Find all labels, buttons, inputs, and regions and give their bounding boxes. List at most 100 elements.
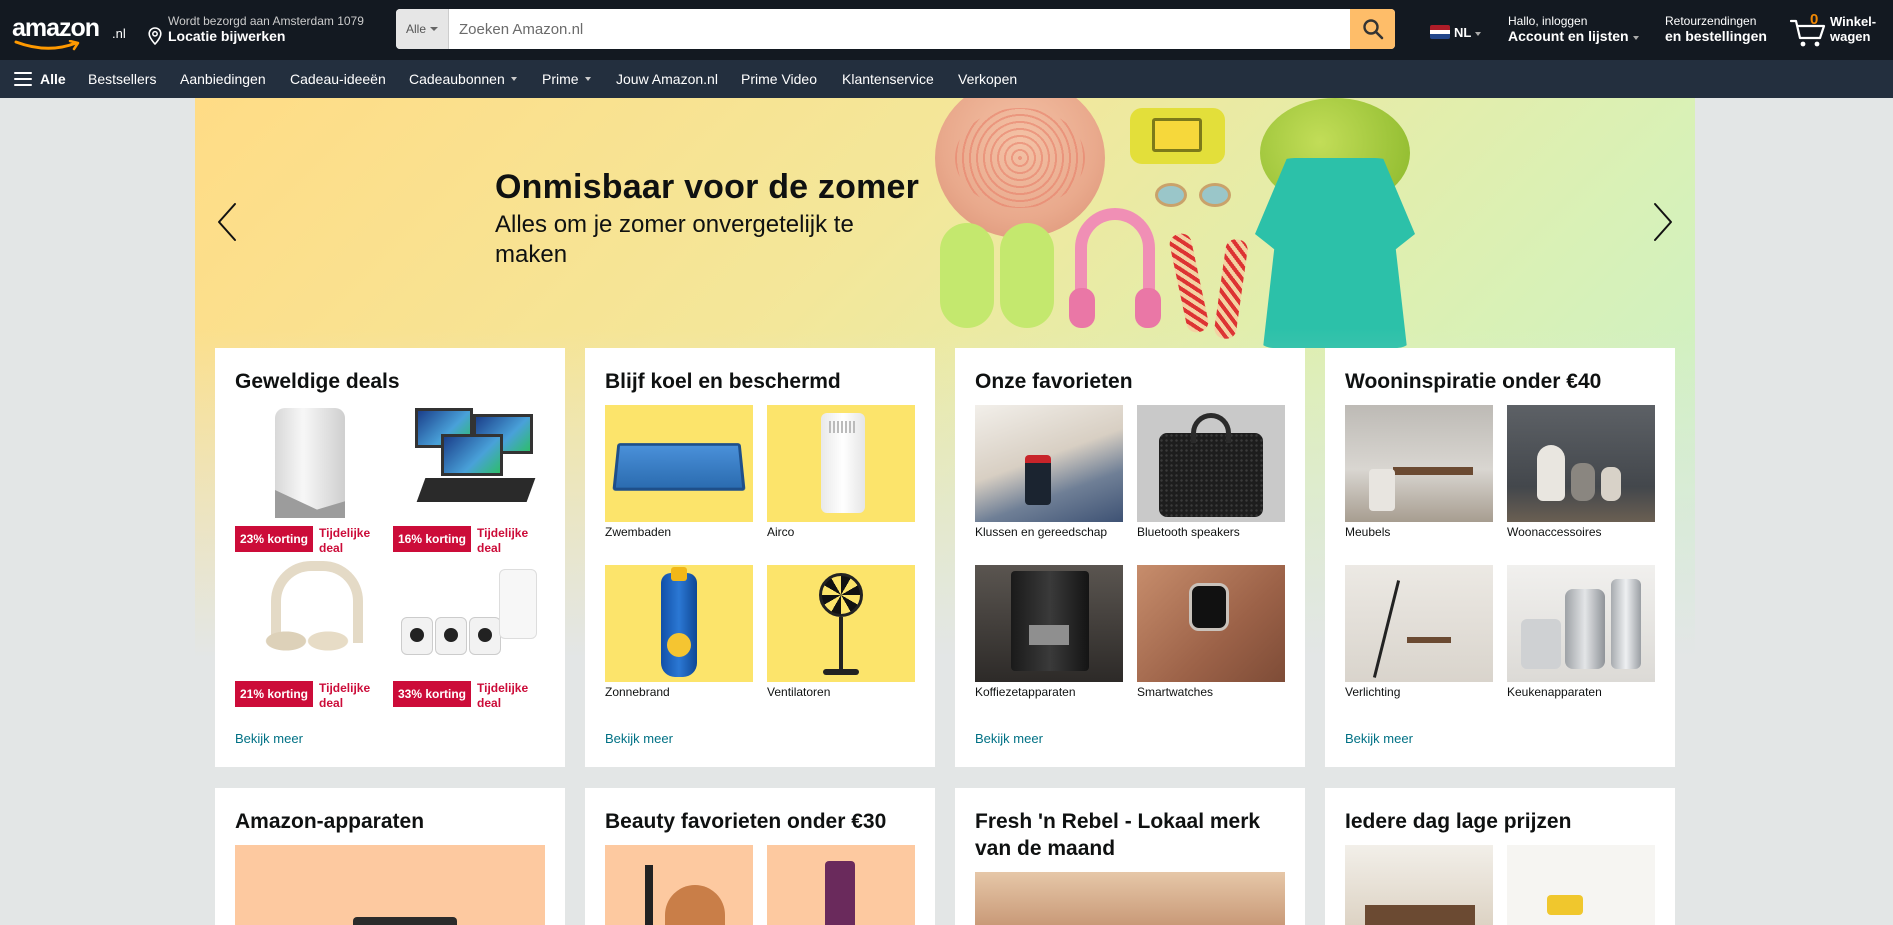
deliver-to-text: Wordt bezorgd aan Amsterdam 1079 <box>168 14 364 28</box>
account-menu[interactable]: Hallo, inloggen Account en lijsten <box>1508 14 1639 44</box>
hero-sunhat-image <box>935 98 1105 238</box>
deal-item[interactable]: 33% korting Tijdelijke deal <box>393 559 541 711</box>
category-tile-koffiezetapparaten[interactable]: Koffiezetapparaten <box>975 565 1123 699</box>
hero-garden-tools-image <box>1167 231 1260 343</box>
deal-item[interactable]: 21% korting Tijdelijke deal <box>235 559 383 711</box>
sub-nav: Alle Bestsellers Aanbiedingen Cadeau-ide… <box>0 60 1893 98</box>
card-title: Wooninspiratie onder €40 <box>1345 370 1602 393</box>
hero-clogs-image <box>940 223 1060 333</box>
chevron-down-icon <box>1632 36 1639 40</box>
category-tile-klussen[interactable]: Klussen en gereedschap <box>975 405 1123 539</box>
nav-link-cadeau-ideeen[interactable]: Cadeau-ideeën <box>290 60 386 98</box>
nav-link-prime[interactable]: Prime <box>542 60 591 98</box>
nav-link-klantenservice[interactable]: Klantenservice <box>842 60 934 98</box>
see-more-link[interactable]: Bekijk meer <box>605 731 673 746</box>
nav-link-label: Cadeaubonnen <box>409 71 505 87</box>
cart-icon <box>1790 19 1826 47</box>
card-title: Geweldige deals <box>235 370 400 393</box>
language-selector[interactable]: NL <box>1430 22 1482 42</box>
nav-link-jouw-amazon[interactable]: Jouw Amazon.nl <box>616 60 718 98</box>
search-bar: Alle <box>396 9 1395 49</box>
chevron-left-icon[interactable] <box>213 198 243 246</box>
deal-item[interactable]: 23% korting Tijdelijke deal <box>235 404 383 556</box>
category-image <box>1345 565 1493 682</box>
chevron-down-icon <box>510 77 517 81</box>
category-tile-zonnebrand[interactable]: Zonnebrand <box>605 565 753 699</box>
account-greeting: Hallo, inloggen <box>1508 14 1588 28</box>
discount-badge: 16% korting <box>393 526 472 552</box>
cart-label-1: Winkel- <box>1830 14 1877 29</box>
nav-link-verkopen[interactable]: Verkopen <box>958 60 1017 98</box>
category-label: Airco <box>767 525 795 539</box>
category-label: Smartwatches <box>1137 685 1214 699</box>
search-category-select[interactable]: Alle <box>396 9 449 49</box>
language-label: NL <box>1454 24 1472 40</box>
card-amazon-apparaten: Amazon-apparaten <box>215 788 565 925</box>
card-lage-prijzen: Iedere dag lage prijzen <box>1325 788 1675 925</box>
category-image <box>975 565 1123 682</box>
discount-badge: 21% korting <box>235 681 314 707</box>
category-image <box>975 405 1123 522</box>
category-label: Meubels <box>1345 525 1391 539</box>
location-pin-icon <box>148 27 162 45</box>
deal-tag: Tijdelijke deal <box>319 681 371 710</box>
hero-sunglasses-image <box>1155 181 1235 211</box>
category-tile-ventilatoren[interactable]: Ventilatoren <box>767 565 915 699</box>
amazon-logo[interactable]: amazon .nl <box>12 12 132 52</box>
deal-tag: Tijdelijke deal <box>477 681 529 710</box>
nav-link-bestsellers[interactable]: Bestsellers <box>88 60 156 98</box>
category-image[interactable] <box>1507 845 1655 925</box>
category-tile-zwembaden[interactable]: Zwembaden <box>605 405 753 539</box>
card-title: Blijf koel en beschermd <box>605 370 841 393</box>
chevron-right-icon[interactable] <box>1647 198 1677 246</box>
category-label: Keukenapparaten <box>1507 685 1602 699</box>
category-tile-meubels[interactable]: Meubels <box>1345 405 1493 539</box>
category-image[interactable] <box>767 845 915 925</box>
chevron-down-icon <box>430 27 438 31</box>
category-image[interactable] <box>1345 845 1493 925</box>
nav-link-aanbiedingen[interactable]: Aanbiedingen <box>180 60 266 98</box>
nav-link-prime-video[interactable]: Prime Video <box>741 60 817 98</box>
search-button[interactable] <box>1350 9 1395 49</box>
hero-subtitle: Alles om je zomer onvergetelijk te maken <box>495 211 854 268</box>
category-image[interactable] <box>605 845 753 925</box>
cart-button[interactable]: 0 Winkel- wagen <box>1790 10 1885 50</box>
deal-item[interactable]: 16% korting Tijdelijke deal <box>393 404 541 556</box>
category-image <box>1345 405 1493 522</box>
account-lists-label: Account en lijsten <box>1508 28 1629 44</box>
hero-dress-image <box>1255 158 1415 348</box>
discount-badge: 23% korting <box>235 526 314 552</box>
deal-tag: Tijdelijke deal <box>477 526 529 555</box>
delivery-location[interactable]: Wordt bezorgd aan Amsterdam 1079 Locatie… <box>148 14 388 48</box>
category-image <box>767 565 915 682</box>
update-location-text: Locatie bijwerken <box>168 28 286 44</box>
returns-orders-link[interactable]: Retourzendingen en bestellingen <box>1665 14 1767 44</box>
category-label: Koffiezetapparaten <box>975 685 1076 699</box>
category-image[interactable] <box>975 872 1285 925</box>
category-image <box>605 565 753 682</box>
nl-flag-icon <box>1430 25 1450 39</box>
category-tile-smartwatches[interactable]: Smartwatches <box>1137 565 1285 699</box>
category-tile-bluetooth-speakers[interactable]: Bluetooth speakers <box>1137 405 1285 539</box>
category-label: Ventilatoren <box>767 685 831 699</box>
category-image <box>1507 405 1655 522</box>
chevron-down-icon <box>584 77 591 81</box>
see-more-link[interactable]: Bekijk meer <box>1345 731 1413 746</box>
see-more-link[interactable]: Bekijk meer <box>235 731 303 746</box>
nav-link-label: Aanbiedingen <box>180 71 266 87</box>
nav-link-cadeaubonnen[interactable]: Cadeaubonnen <box>409 60 517 98</box>
category-label: Woonaccessoires <box>1507 525 1602 539</box>
logo-smile-icon <box>14 40 80 51</box>
see-more-link[interactable]: Bekijk meer <box>975 731 1043 746</box>
deal-tag: Tijdelijke deal <box>319 526 371 555</box>
all-menu-button[interactable]: Alle <box>14 60 66 98</box>
search-input[interactable] <box>449 9 1349 49</box>
category-tile-verlichting[interactable]: Verlichting <box>1345 565 1493 699</box>
category-image[interactable] <box>235 845 545 925</box>
card-title: Amazon-apparaten <box>235 810 425 833</box>
chevron-down-icon <box>1475 32 1482 36</box>
category-tile-airco[interactable]: Airco <box>767 405 915 539</box>
category-tile-woonaccessoires[interactable]: Woonaccessoires <box>1507 405 1655 539</box>
cart-label-2: wagen <box>1830 29 1871 44</box>
category-tile-keukenapparaten[interactable]: Keukenapparaten <box>1507 565 1655 699</box>
